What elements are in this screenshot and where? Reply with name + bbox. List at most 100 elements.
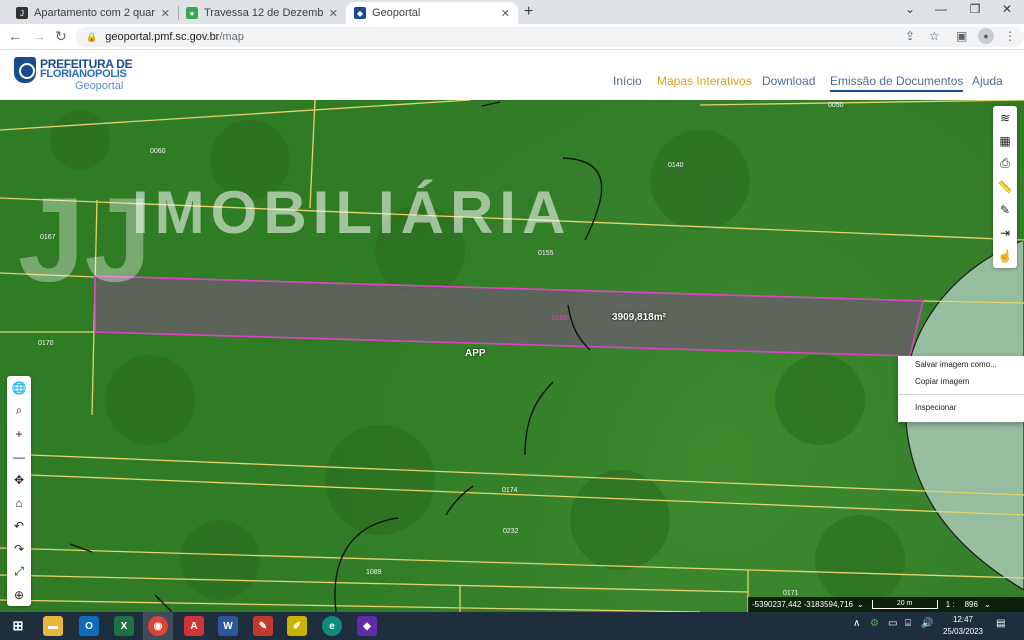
zoom-in-icon[interactable]: +	[7, 422, 31, 445]
parcel-label: 0050	[828, 102, 844, 109]
tab-geoportal[interactable]: ◆ Geoportal ✕	[346, 2, 518, 24]
menu-download[interactable]: Download	[762, 74, 815, 88]
parcel-label: 0170	[38, 340, 54, 347]
restore-icon[interactable]: ❐	[960, 2, 990, 16]
tray-network-icon[interactable]: ⌸	[905, 618, 911, 629]
tab-apartamento[interactable]: J Apartamento com 2 quartos no I ✕	[8, 2, 178, 24]
minimize-icon[interactable]: —	[926, 2, 956, 16]
word-icon[interactable]: W	[218, 616, 238, 636]
scale-ratio-value[interactable]: 896	[965, 600, 978, 609]
scale-bar: 20 m	[871, 600, 938, 609]
undo-icon[interactable]: ↶	[7, 514, 31, 537]
context-menu-divider	[898, 394, 1024, 395]
redo-icon[interactable]: ↷	[7, 537, 31, 560]
tab-search-icon[interactable]: ⌄	[895, 2, 925, 16]
app-zone-label: APP	[465, 348, 486, 359]
zoom-out-icon[interactable]: —	[7, 445, 31, 468]
ruler-icon[interactable]: 📏	[993, 175, 1017, 198]
lock-icon: 🔒	[86, 31, 98, 42]
jj-favicon-icon: J	[16, 7, 28, 19]
address-input[interactable]: 🔒 geoportal.pmf.sc.gov.br/map	[76, 27, 1024, 47]
reload-icon[interactable]: ↻	[55, 28, 67, 45]
map-canvas[interactable]: JJ IMOBILIÁRIA 0050 0060 0140 0167 0155 …	[0, 100, 1024, 612]
parcel-label: 0167	[40, 234, 56, 241]
city-logo-icon	[14, 57, 36, 83]
menu-ajuda[interactable]: Ajuda	[972, 74, 1003, 88]
os-taskbar: ⊞ ▬ O X ◉ A W ✎ ✐ e ◆ ∧ ⚙ ▭ ⌸ 🔊 12:47 25…	[0, 612, 1024, 640]
window-close-icon[interactable]: ✕	[992, 2, 1022, 16]
site-header: PREFEITURA DE FLORIANÓPOLIS Geoportal In…	[0, 50, 1024, 100]
context-menu-save-image[interactable]: Salvar imagem como...	[898, 356, 1024, 373]
notes-icon[interactable]: ✐	[287, 616, 307, 636]
tab-maps[interactable]: ● Travessa 12 de Dezembro - Ingle ✕	[178, 2, 346, 24]
excel-icon[interactable]: X	[114, 616, 134, 636]
tab-close-icon[interactable]: ✕	[329, 7, 338, 20]
coordinate-readout: -5390237,442 -3183594,716	[752, 600, 853, 609]
map-tools-right: ≋ ▦ ⎙ 📏 ✎ ⇥ ☝	[993, 106, 1017, 268]
scale-dropdown-icon[interactable]: ⌄	[984, 600, 991, 609]
parcel-label: 0155	[538, 250, 554, 257]
tab-title: Travessa 12 de Dezembro - Ingle	[204, 7, 323, 19]
menu-emissao-documentos[interactable]: Emissão de Documentos	[830, 74, 964, 92]
outlook-icon[interactable]: O	[79, 616, 99, 636]
more-menu-icon[interactable]: ⋮	[1004, 29, 1016, 43]
context-menu-inspect[interactable]: Inspecionar	[898, 399, 1024, 416]
home-icon[interactable]: ⌂	[7, 491, 31, 514]
taskbar-clock[interactable]: 12:47 25/03/2023	[938, 614, 988, 638]
fullscreen-icon[interactable]: ⤢	[7, 560, 31, 583]
geoportal-favicon-icon: ◆	[354, 7, 366, 19]
browser-addressbar: ← → ↻ 🔒 geoportal.pmf.sc.gov.br/map ⇪ ☆ …	[0, 24, 1024, 50]
logo-line3: Geoportal	[75, 80, 124, 92]
scale-ratio-label: 1 :	[945, 600, 955, 609]
export-icon[interactable]: ⇥	[993, 221, 1017, 244]
tray-chevron-icon[interactable]: ∧	[853, 618, 860, 629]
pointer-icon[interactable]: ☝	[993, 244, 1017, 267]
parcel-label: 0232	[503, 528, 519, 535]
menu-mapas-interativos[interactable]: Mapas Interativos	[657, 74, 752, 88]
acrobat-icon[interactable]: A	[184, 616, 204, 636]
back-icon[interactable]: ←	[8, 28, 22, 44]
bookmark-star-icon[interactable]: ☆	[929, 29, 940, 43]
windows-start-icon[interactable]: ⊞	[8, 616, 28, 636]
notifications-icon[interactable]: ▤	[996, 618, 1005, 629]
edge-icon[interactable]: e	[322, 616, 342, 636]
tab-close-icon[interactable]: ✕	[161, 7, 170, 20]
menu-inicio[interactable]: Início	[613, 74, 642, 88]
context-menu-copy-image[interactable]: Copiar imagem	[898, 373, 1024, 390]
paint-icon[interactable]: ✎	[253, 616, 273, 636]
tab-close-icon[interactable]: ✕	[501, 7, 510, 20]
tray-battery-icon[interactable]: ▭	[888, 618, 897, 629]
pencil-icon[interactable]: ✎	[993, 198, 1017, 221]
profile-avatar-icon[interactable]: ●	[978, 28, 994, 44]
parcel-label-selected: 0165	[552, 315, 568, 322]
locate-icon[interactable]: ⊕	[7, 583, 31, 606]
search-zoom-icon[interactable]: ⌕	[7, 399, 31, 422]
context-menu: Salvar imagem como... Copiar imagem Insp…	[898, 356, 1024, 422]
url-host: geoportal.pmf.sc.gov.br	[105, 31, 220, 43]
parcel-label: 0171	[783, 590, 799, 597]
highlighted-parcel[interactable]	[94, 275, 925, 357]
parcel-label: 0174	[502, 487, 518, 494]
globe-icon[interactable]: 🌐	[7, 376, 31, 399]
tray-app-icon[interactable]: ⚙	[870, 618, 879, 629]
share-icon[interactable]: ⇪	[905, 29, 915, 43]
area-measurement-label: 3909,818m²	[612, 312, 666, 323]
layers-icon[interactable]: ≋	[993, 106, 1017, 129]
map-tools-left: 🌐 ⌕ + — ✥ ⌂ ↶ ↷ ⤢ ⊕	[7, 376, 31, 606]
pan-icon[interactable]: ✥	[7, 468, 31, 491]
grid-icon[interactable]: ▦	[993, 129, 1017, 152]
forward-icon[interactable]: →	[32, 28, 46, 44]
sidepanel-icon[interactable]: ▣	[956, 29, 967, 43]
tray-volume-icon[interactable]: 🔊	[921, 618, 933, 629]
file-explorer-icon[interactable]: ▬	[43, 616, 63, 636]
new-tab-button[interactable]: +	[524, 3, 533, 21]
projection-dropdown-icon[interactable]: ⌄	[857, 600, 864, 609]
watermark-text: IMOBILIÁRIA	[132, 179, 572, 246]
map-overlay	[0, 100, 1024, 612]
print-icon[interactable]: ⎙	[993, 152, 1017, 175]
tab-title: Apartamento com 2 quartos no I	[34, 7, 155, 19]
chrome-icon[interactable]: ◉	[148, 616, 168, 636]
app-droplet-icon[interactable]: ◆	[357, 616, 377, 636]
clock-time: 12:47	[952, 615, 974, 624]
maps-pin-icon: ●	[186, 7, 198, 19]
